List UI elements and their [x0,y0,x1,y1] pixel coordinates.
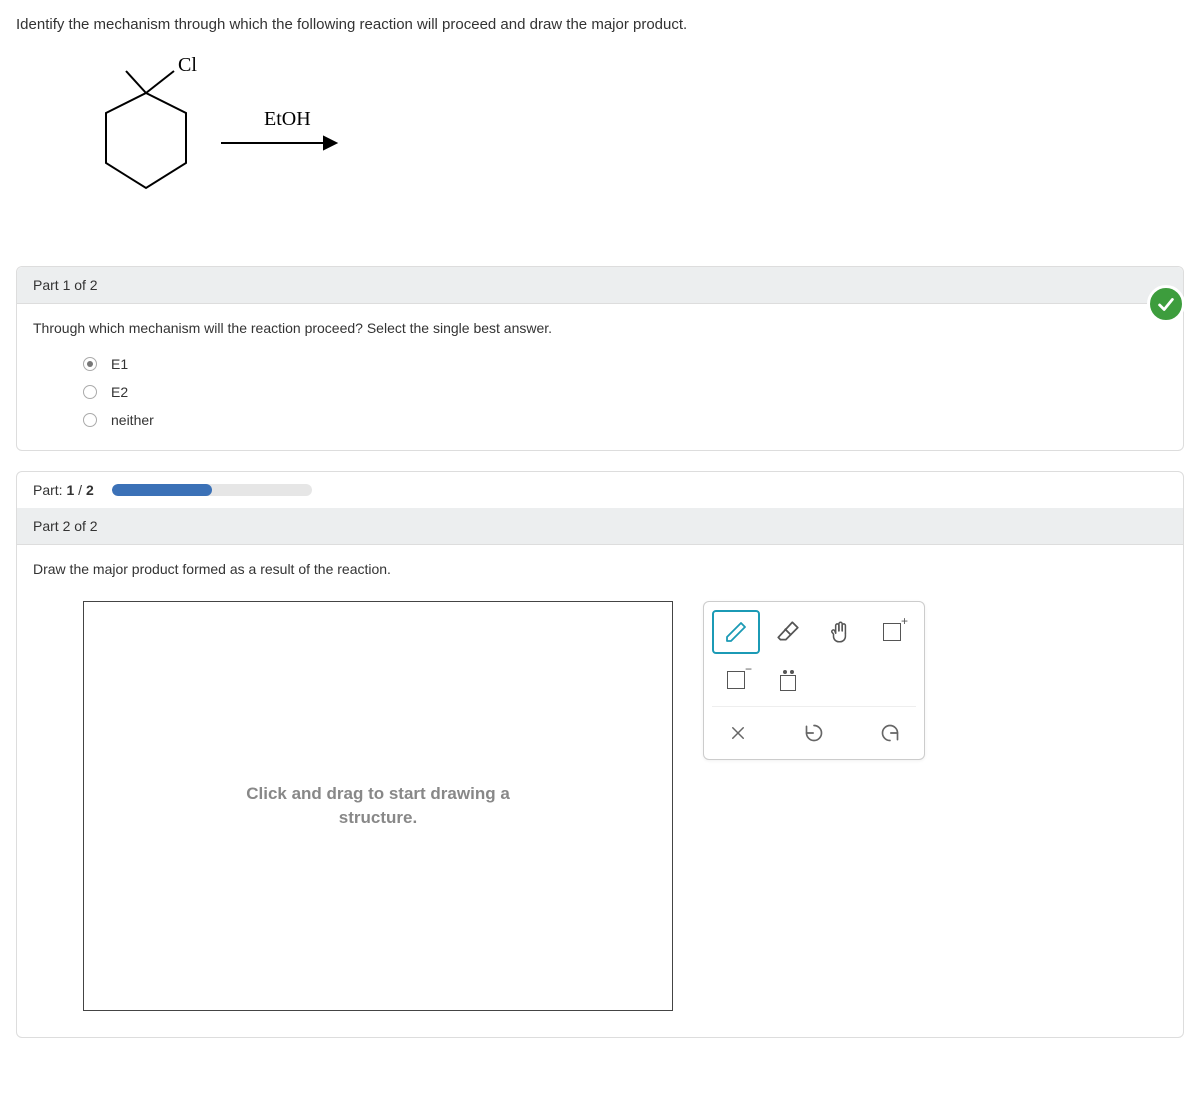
progress-fill [112,484,212,496]
reaction-scheme: Cl EtOH [16,43,1184,236]
option-label: neither [111,412,154,428]
hand-tool[interactable] [816,610,864,654]
canvas-placeholder: Click and drag to start drawing a struct… [218,782,538,830]
question-text: Identify the mechanism through which the… [16,16,1184,33]
part-2-card: Part: 1 / 2 Part 2 of 2 Draw the major p… [16,471,1184,1038]
drawing-canvas[interactable]: Click and drag to start drawing a struct… [83,601,673,1011]
undo-icon [804,723,824,743]
box-plus-icon: + [883,623,901,641]
reagent-label: EtOH [264,108,311,130]
radio-e2[interactable] [83,385,97,399]
box-plus-tool[interactable]: + [868,610,916,654]
radio-e1[interactable] [83,357,97,371]
clear-button[interactable] [712,715,764,751]
option-e1[interactable]: E1 [83,350,1167,378]
part-1-prompt: Through which mechanism will the reactio… [33,320,1167,336]
lone-pair-tool[interactable] [764,658,812,702]
option-label: E1 [111,356,128,372]
box-minus-tool[interactable]: − [712,658,760,702]
option-e2[interactable]: E2 [83,378,1167,406]
pencil-tool[interactable] [712,610,760,654]
close-icon [729,724,747,742]
redo-icon [880,723,900,743]
box-minus-icon: − [727,671,745,689]
progress-row: Part: 1 / 2 [17,472,1183,508]
part-1-header: Part 1 of 2 [17,267,1183,304]
substrate-cl-label: Cl [178,54,197,76]
part-2-prompt: Draw the major product formed as a resul… [33,561,1167,577]
progress-label: Part: 1 / 2 [33,482,94,498]
eraser-tool[interactable] [764,610,812,654]
eraser-icon [775,619,801,645]
undo-button[interactable] [788,715,840,751]
part-1-card: Part 1 of 2 Through which mechanism will… [16,266,1184,451]
option-neither[interactable]: neither [83,406,1167,434]
correct-check-icon [1147,285,1185,323]
pencil-icon [724,620,748,644]
lone-pair-icon [780,670,796,691]
progress-bar [112,484,312,496]
radio-neither[interactable] [83,413,97,427]
redo-button[interactable] [864,715,916,751]
option-label: E2 [111,384,128,400]
tool-panel: + − [703,601,925,760]
part-2-header: Part 2 of 2 [17,508,1183,545]
hand-icon [827,619,853,645]
